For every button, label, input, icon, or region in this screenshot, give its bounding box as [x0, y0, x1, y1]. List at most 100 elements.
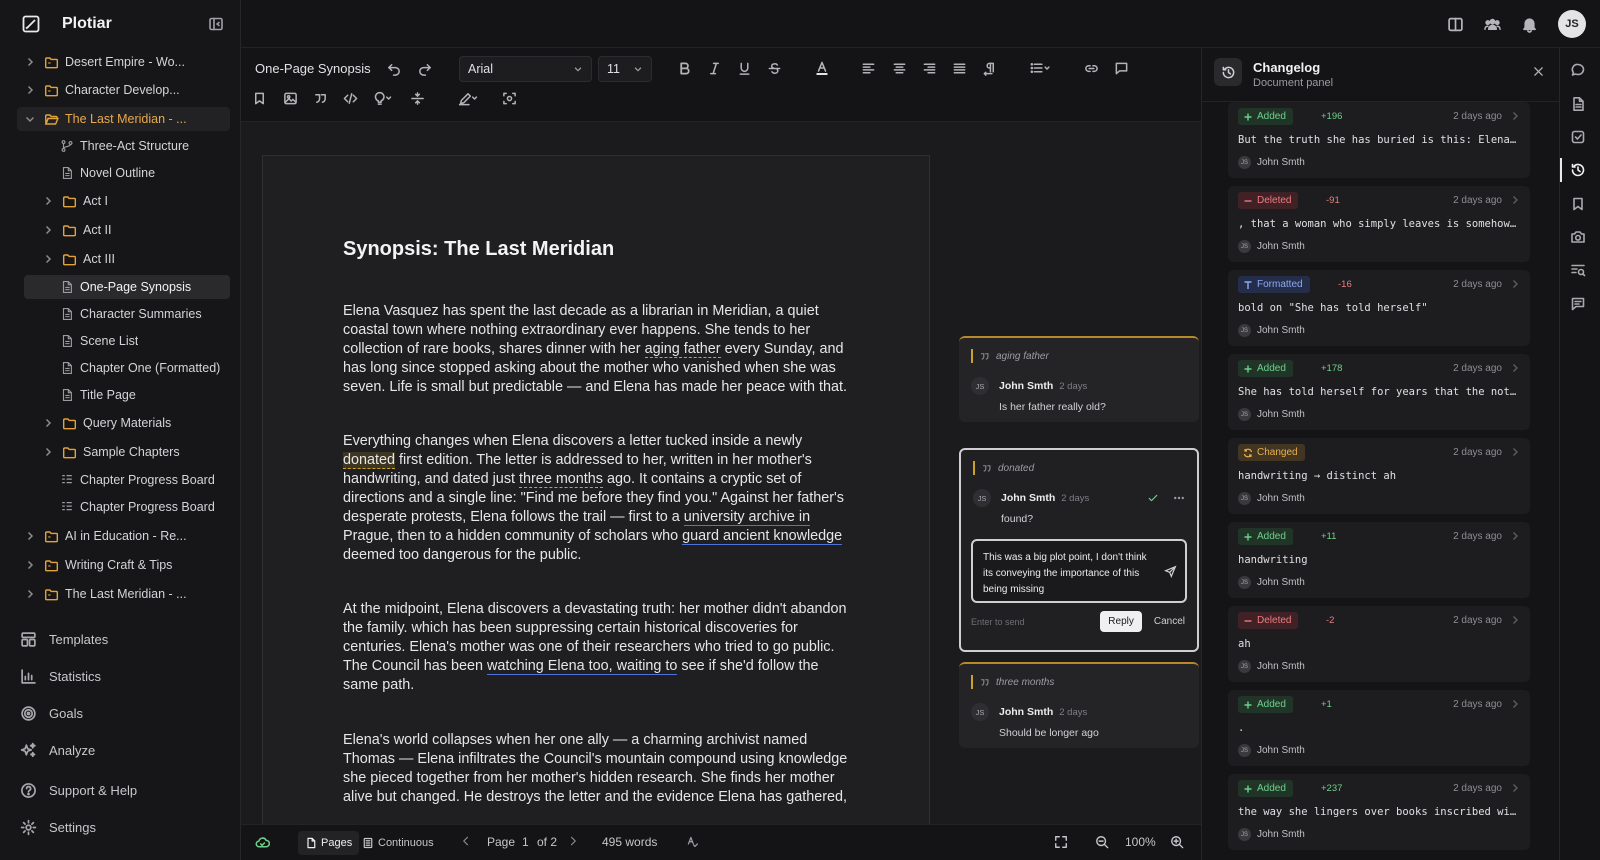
strikethrough-button[interactable]	[767, 61, 782, 76]
nav-goals[interactable]: Goals	[0, 699, 240, 727]
link-button[interactable]	[1084, 61, 1099, 76]
bookmark-button[interactable]	[252, 91, 267, 106]
focus-mode-button[interactable]	[502, 91, 517, 106]
rail-history-button[interactable]	[1570, 162, 1586, 178]
bold-button[interactable]	[677, 61, 692, 76]
rail-snapshot-button[interactable]	[1570, 229, 1586, 245]
nav-analyze[interactable]: Analyze	[0, 736, 240, 764]
rail-document-button[interactable]	[1570, 96, 1586, 112]
tree-folder-sample-chapters[interactable]: Sample Chapters	[0, 440, 240, 464]
tree-item-chapter-progress-board-2[interactable]: Chapter Progress Board	[0, 495, 240, 519]
changelog-entry[interactable]: Added +178 2 days ago She has told herse…	[1228, 354, 1530, 430]
image-button[interactable]	[283, 91, 298, 106]
changelog-entry[interactable]: Added +1 2 days ago . JS John Smth	[1228, 690, 1530, 766]
align-justify-button[interactable]	[952, 61, 967, 76]
zoom-level[interactable]: 100%	[1125, 835, 1156, 849]
rail-bookmarks-button[interactable]	[1570, 196, 1586, 212]
rail-search-button[interactable]	[1570, 262, 1586, 278]
tree-folder-ai-in-education[interactable]: AI in Education - Re...	[0, 524, 240, 548]
comment-anchor-guard-knowledge[interactable]: guard ancient knowledge	[682, 528, 843, 545]
rail-notes-button[interactable]	[1570, 296, 1586, 312]
redo-button[interactable]	[417, 61, 432, 76]
tree-folder-writing-craft[interactable]: Writing Craft & Tips	[0, 553, 240, 577]
divider-button[interactable]	[410, 91, 425, 106]
align-right-button[interactable]	[922, 61, 937, 76]
undo-button[interactable]	[387, 61, 402, 76]
changelog-entry[interactable]: Deleted -91 2 days ago , that a woman wh…	[1228, 186, 1530, 262]
paragraph-4[interactable]: Elena's world collapses when her one all…	[343, 731, 853, 807]
notifications-button[interactable]	[1521, 16, 1538, 33]
quote-button[interactable]	[313, 91, 328, 106]
tree-folder-desert-empire[interactable]: Desert Empire - Wo...	[0, 50, 240, 74]
comment-anchor-donated[interactable]: donated	[343, 452, 396, 469]
list-dropdown-button[interactable]	[1029, 61, 1051, 76]
fullscreen-button[interactable]	[1054, 835, 1068, 849]
tree-folder-character-develop[interactable]: Character Develop...	[0, 78, 240, 102]
nav-settings[interactable]: Settings	[0, 813, 240, 841]
comment-anchor-three-months[interactable]: three months	[519, 471, 604, 488]
zoom-in-button[interactable]	[1170, 835, 1184, 849]
tree-folder-last-meridian-2[interactable]: The Last Meridian - ...	[0, 582, 240, 606]
split-view-button[interactable]	[1447, 16, 1464, 33]
resolve-button[interactable]	[1147, 492, 1159, 504]
tree-item-three-act-structure[interactable]: Three-Act Structure	[0, 134, 240, 158]
tree-folder-last-meridian[interactable]: The Last Meridian - ...	[17, 107, 230, 131]
tree-folder-query-materials[interactable]: Query Materials	[0, 411, 240, 435]
sync-status[interactable]	[255, 835, 270, 850]
tree-folder-act-1[interactable]: Act I	[0, 189, 240, 213]
nav-templates[interactable]: Templates	[0, 625, 240, 653]
tree-item-one-page-synopsis[interactable]: One-Page Synopsis	[24, 275, 230, 299]
font-family-select[interactable]: Arial	[459, 56, 592, 82]
font-size-select[interactable]: 11	[598, 56, 652, 82]
highlight-dropdown-button[interactable]	[372, 91, 394, 106]
comment-anchor-university[interactable]: university archive in	[683, 509, 811, 526]
close-panel-button[interactable]	[1532, 65, 1545, 78]
rail-tasks-button[interactable]	[1570, 129, 1586, 145]
tree-item-character-summaries[interactable]: Character Summaries	[0, 302, 240, 326]
tree-folder-act-2[interactable]: Act II	[0, 218, 240, 242]
nav-support-help[interactable]: Support & Help	[0, 776, 240, 804]
changelog-entry[interactable]: Formatted -16 2 days ago bold on "She ha…	[1228, 270, 1530, 346]
cancel-button[interactable]: Cancel	[1154, 616, 1185, 627]
comment-card-active[interactable]: donated JS John Smth 2 days found? This …	[959, 448, 1199, 652]
view-pages-button[interactable]: Pages	[298, 831, 360, 855]
next-page-button[interactable]	[567, 835, 579, 847]
nav-statistics[interactable]: Statistics	[0, 662, 240, 690]
comment-anchor-aging-father[interactable]: aging father	[644, 341, 721, 358]
comment-card[interactable]: aging father JS John Smth 2 days Is her …	[959, 336, 1199, 422]
paragraph-2[interactable]: Everything changes when Elena discovers …	[343, 432, 853, 565]
tree-folder-act-3[interactable]: Act III	[0, 247, 240, 271]
changelog-entry[interactable]: Changed 2 days ago handwriting → distinc…	[1228, 438, 1530, 514]
underline-button[interactable]	[737, 61, 752, 76]
tree-item-chapter-one[interactable]: Chapter One (Formatted)	[0, 356, 240, 380]
rail-comments-button[interactable]	[1570, 62, 1586, 78]
pen-dropdown-button[interactable]	[457, 91, 479, 106]
align-center-button[interactable]	[892, 61, 907, 76]
view-continuous-button[interactable]: Continuous	[355, 831, 441, 855]
zoom-out-button[interactable]	[1095, 835, 1109, 849]
page-current[interactable]: 1	[522, 835, 529, 849]
code-button[interactable]	[343, 91, 358, 106]
paragraph-3[interactable]: At the midpoint, Elena discovers a devas…	[343, 600, 853, 695]
sidebar-collapse-button[interactable]	[208, 16, 224, 32]
tree-item-title-page[interactable]: Title Page	[0, 383, 240, 407]
text-color-button[interactable]	[814, 59, 830, 77]
spellcheck-button[interactable]	[686, 835, 699, 848]
tree-item-scene-list[interactable]: Scene List	[0, 329, 240, 353]
reply-button[interactable]: Reply	[1100, 611, 1142, 632]
prev-page-button[interactable]	[460, 835, 472, 847]
user-avatar[interactable]: JS	[1558, 10, 1586, 38]
tree-item-chapter-progress-board[interactable]: Chapter Progress Board	[0, 468, 240, 492]
collaborators-button[interactable]	[1484, 16, 1501, 33]
document-page[interactable]: Synopsis: The Last Meridian Elena Vasque…	[262, 155, 930, 824]
tree-item-novel-outline[interactable]: Novel Outline	[0, 161, 240, 185]
paragraph-1[interactable]: Elena Vasquez has spent the last decade …	[343, 302, 853, 397]
comment-anchor-watching-elena[interactable]: watching Elena too, waiting to	[487, 658, 678, 675]
text-direction-button[interactable]	[982, 61, 997, 76]
changelog-entry[interactable]: Added +237 2 days ago the way she linger…	[1228, 774, 1530, 850]
changelog-entry[interactable]: Added +11 2 days ago handwriting JS John …	[1228, 522, 1530, 598]
align-left-button[interactable]	[861, 61, 876, 76]
italic-button[interactable]	[707, 61, 722, 76]
reply-input[interactable]: This was a big plot point, I don't think…	[971, 539, 1187, 603]
comment-card[interactable]: three months JS John Smth 2 days Should …	[959, 662, 1199, 748]
